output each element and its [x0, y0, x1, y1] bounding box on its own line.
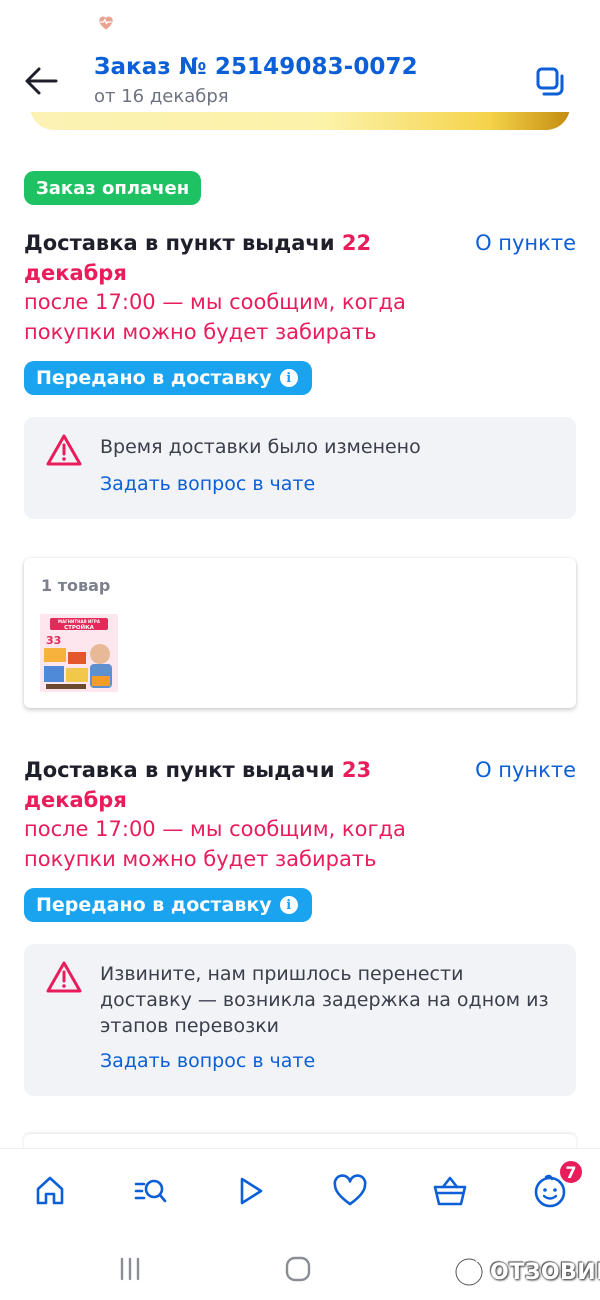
nav-video[interactable] [228, 1169, 272, 1213]
video-play-icon [240, 1177, 263, 1205]
home-circle-icon [285, 1256, 311, 1282]
cart-basket-icon [433, 1176, 467, 1206]
warning-icon [46, 434, 82, 466]
warning-icon [46, 961, 82, 993]
info-icon: i [279, 369, 298, 387]
promo-banner[interactable] [30, 112, 570, 130]
delivery-heading: Доставка в пункт выдачи 22 декабря [24, 229, 454, 288]
home-system-button[interactable] [278, 1252, 318, 1286]
watermark-logo-icon [454, 1255, 484, 1287]
order-date: от 16 декабря [94, 86, 229, 107]
info-icon: i [279, 896, 298, 914]
delivery-status-pill[interactable]: Передано в доставку i [24, 361, 312, 395]
back-button[interactable] [22, 62, 60, 100]
delivery-status-label: Передано в доставку [36, 367, 272, 389]
order-items-card[interactable]: 1 товар МАГНИТНАЯ ИГРА СТРОЙКА 33 [24, 558, 576, 708]
arrow-left-icon [25, 67, 58, 95]
product-image: МАГНИТНАЯ ИГРА СТРОЙКА 33 [40, 614, 118, 692]
copy-button[interactable] [530, 62, 570, 102]
recent-apps-button[interactable] [110, 1252, 150, 1286]
nav-catalog[interactable] [128, 1169, 172, 1213]
profile-notification-badge: 7 [558, 1159, 584, 1185]
bottom-navigation: 7 [0, 1148, 600, 1234]
delivery-heading-text: Доставка в пункт выдачи [24, 231, 335, 255]
delivery-status-pill[interactable]: Передано в доставку i [24, 888, 312, 922]
recent-apps-icon [120, 1257, 140, 1281]
copy-icon [536, 67, 564, 96]
alert-message: Извините, нам пришлось перенести доставк… [100, 963, 549, 1037]
nav-cart[interactable] [428, 1169, 472, 1213]
product-label-title: СТРОЙКА [64, 623, 95, 631]
product-thumbnail[interactable]: МАГНИТНАЯ ИГРА СТРОЙКА 33 [40, 614, 118, 692]
nav-favorites[interactable] [328, 1169, 372, 1213]
catalog-search-icon [134, 1179, 167, 1203]
delivery-alert-2: Извините, нам пришлось перенести доставк… [24, 944, 576, 1096]
delivery-status-label: Передано в доставку [36, 894, 272, 916]
delivery-heading: Доставка в пункт выдачи 23 декабря [24, 756, 454, 815]
watermark-text: ОТЗОВИК [490, 1259, 600, 1285]
delivery-block-2: Доставка в пункт выдачи 23 декабря после… [24, 756, 576, 922]
chat-question-link[interactable]: Задать вопрос в чате [100, 473, 315, 495]
nav-home[interactable] [28, 1169, 72, 1213]
delivery-heading-text: Доставка в пункт выдачи [24, 758, 335, 782]
order-paid-badge: Заказ оплачен [24, 171, 202, 205]
chat-question-link[interactable]: Задать вопрос в чате [100, 1050, 315, 1072]
favorites-heart-icon [333, 1174, 367, 1206]
home-icon [36, 1176, 64, 1205]
pickup-point-link[interactable]: О пункте [475, 756, 576, 786]
nav-profile[interactable]: 7 [528, 1159, 584, 1213]
items-count: 1 товар [41, 576, 111, 595]
delivery-alert-1: Время доставки было изменено Задать вопр… [24, 417, 576, 519]
delivery-block-1: Доставка в пункт выдачи 22 декабря после… [24, 229, 576, 395]
heart-pulse-icon [99, 16, 113, 30]
product-label-number: 33 [46, 634, 61, 647]
product-label-top: МАГНИТНАЯ ИГРА [58, 619, 101, 624]
alert-message: Время доставки было изменено [100, 436, 421, 458]
delivery-note: после 17:00 — мы сообщим, когда покупки … [24, 817, 406, 871]
pickup-point-link[interactable]: О пункте [475, 229, 576, 259]
delivery-note: после 17:00 — мы сообщим, когда покупки … [24, 290, 406, 344]
order-header: Заказ № 25149083-0072 от 16 декабря [0, 44, 600, 120]
otzovik-watermark: ОТЗОВИК [452, 1252, 600, 1292]
order-title: Заказ № 25149083-0072 [94, 54, 418, 80]
